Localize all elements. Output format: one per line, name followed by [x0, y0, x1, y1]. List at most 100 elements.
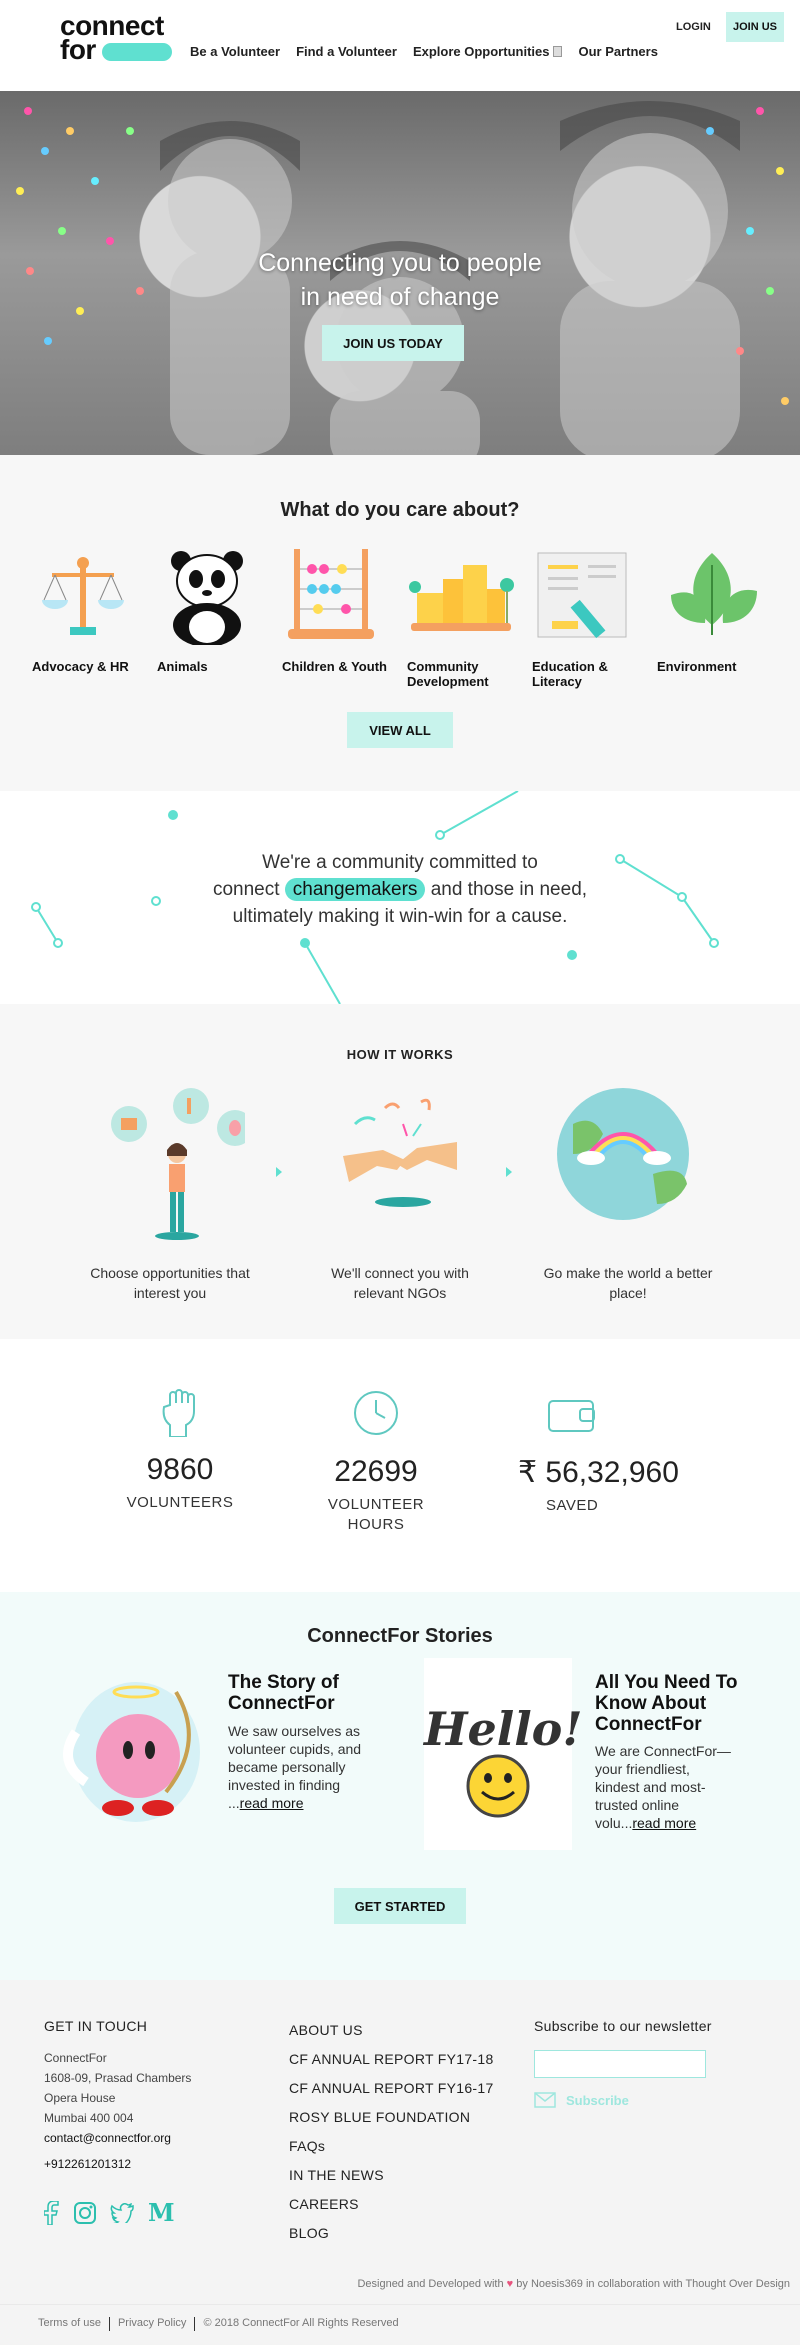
cause-label: Community Development: [407, 659, 489, 689]
instagram-icon[interactable]: [74, 2201, 96, 2224]
arrow-icon: [506, 1167, 512, 1177]
terms-link[interactable]: Terms of use: [38, 2317, 101, 2331]
step-text: We'll connect you with relevant NGOs: [331, 1265, 469, 1301]
arrow-icon: [276, 1167, 282, 1177]
clock-icon: [354, 1391, 398, 1435]
stories-title: ConnectFor Stories: [307, 1625, 493, 1647]
address-line: Mumbai 400 004: [44, 2111, 134, 2125]
privacy-link[interactable]: Privacy Policy: [118, 2317, 186, 2331]
footer-link[interactable]: ABOUT US: [289, 2016, 494, 2045]
nav-our-partners[interactable]: Our Partners: [578, 44, 657, 59]
stat-label: SAVED: [546, 1497, 599, 1514]
nav-explore-label: Explore Opportunities: [412, 44, 550, 59]
social-links: M: [44, 2198, 175, 2227]
footer: GET IN TOUCH ConnectFor 1608-09, Prasad …: [0, 1980, 800, 2304]
abacus-icon: [288, 549, 374, 639]
stat-value: 22699: [334, 1455, 418, 1488]
person-choosing-icon: [111, 1088, 253, 1240]
fist-icon: [162, 1389, 195, 1437]
community-line2-pre: connect: [212, 879, 280, 900]
stat-label: VOLUNTEERS: [126, 1494, 234, 1511]
credit-post: by Noesis369 in collaboration with Thoug…: [516, 2278, 790, 2290]
read-more-link[interactable]: read more: [240, 1795, 304, 1811]
subscribe-button[interactable]: Subscribe: [534, 2092, 629, 2108]
book-icon: [537, 552, 627, 639]
footer-link[interactable]: ROSY BLUE FOUNDATION: [289, 2103, 494, 2132]
footer-link[interactable]: IN THE NEWS: [289, 2161, 494, 2190]
handshake-icon: [343, 1098, 457, 1207]
stats-section: 9860 VOLUNTEERS 22699 VOLUNTEER HOURS ₹ …: [0, 1339, 800, 1592]
community-line2-post: and those in need,: [430, 879, 588, 900]
stat-hours: 22699 VOLUNTEER HOURS: [316, 1389, 436, 1535]
cause-community[interactable]: Community Development: [407, 545, 517, 689]
logo-pill: [101, 42, 172, 61]
facebook-icon[interactable]: [44, 2200, 60, 2225]
logo[interactable]: connect for: [60, 12, 172, 65]
scales-icon: [42, 557, 124, 635]
cause-label: Education & Literacy: [532, 659, 608, 689]
cause-children[interactable]: Children & Youth: [282, 545, 392, 674]
copyright-text: © 2018 ConnectFor All Rights Reserved: [203, 2317, 399, 2329]
envelope-icon: [534, 2092, 556, 2108]
hero-title: Connecting you to people in need of chan…: [0, 246, 800, 314]
logo-line2: for: [60, 34, 96, 65]
cause-environment[interactable]: Environment: [657, 545, 767, 674]
community-statement: We're a community committed to connect c…: [0, 849, 800, 930]
stat-value: 9860: [146, 1453, 214, 1486]
how-it-works-section: HOW IT WORKS Choose opportunities that i…: [0, 1004, 800, 1339]
how-title: HOW IT WORKS: [346, 1047, 454, 1062]
footer-link[interactable]: CF ANNUAL REPORT FY16-17: [289, 2074, 494, 2103]
stat-label: VOLUNTEER HOURS: [327, 1496, 425, 1533]
email-link[interactable]: contact@connectfor.org: [44, 2128, 191, 2148]
footer-link[interactable]: CAREERS: [289, 2190, 494, 2219]
causes-title: What do you care about?: [280, 499, 520, 521]
stories-section: ConnectFor Stories The Story of ConnectF…: [0, 1592, 800, 1980]
buildings-icon: [409, 565, 514, 631]
community-line1: We're a community committed to: [262, 852, 538, 873]
join-us-today-button[interactable]: JOIN US TODAY: [322, 325, 464, 361]
globe-icon: [557, 1088, 689, 1220]
cupid-illustration: [63, 1682, 200, 1822]
bottom-bar: Terms of use Privacy Policy © 2018 Conne…: [0, 2304, 800, 2345]
nav-be-volunteer[interactable]: Be a Volunteer: [190, 44, 280, 59]
nav-find-volunteer[interactable]: Find a Volunteer: [296, 44, 397, 59]
step-connect: We'll connect you with relevant NGOs: [310, 1084, 490, 1303]
join-us-button[interactable]: JOIN US: [726, 12, 784, 42]
login-link[interactable]: LOGIN: [676, 21, 711, 33]
site-header: connect for Be a Volunteer Find a Volunt…: [0, 0, 800, 91]
cause-advocacy[interactable]: Advocacy & HR: [32, 545, 142, 674]
cause-animals[interactable]: Animals: [157, 545, 267, 674]
story-body: We are ConnectFor— your friendliest, kin…: [595, 1742, 735, 1832]
read-more-link[interactable]: read more: [632, 1815, 696, 1831]
cause-label: Animals: [157, 659, 208, 674]
wallet-icon: [548, 1400, 595, 1432]
address-line: Opera House: [44, 2091, 116, 2105]
dropdown-icon: [553, 46, 563, 57]
story-title[interactable]: The Story of ConnectFor: [228, 1672, 368, 1714]
twitter-icon[interactable]: [110, 2202, 134, 2223]
get-in-touch-title: GET IN TOUCH: [44, 2018, 148, 2034]
leaves-icon: [671, 553, 757, 635]
footer-links: ABOUT US CF ANNUAL REPORT FY17-18 CF ANN…: [289, 2016, 494, 2248]
footer-link[interactable]: BLOG: [289, 2219, 494, 2248]
step-text: Go make the world a better place!: [543, 1265, 713, 1301]
step-text: Choose opportunities that interest you: [90, 1265, 250, 1301]
newsletter-email-input[interactable]: [534, 2050, 706, 2078]
stat-volunteers: 9860 VOLUNTEERS: [120, 1387, 240, 1513]
cause-education[interactable]: Education & Literacy: [532, 545, 642, 689]
phone-link[interactable]: +912261201312: [44, 2154, 191, 2174]
step-world: Go make the world a better place!: [538, 1084, 718, 1303]
credit-line: Designed and Developed with ♥ by Noesis3…: [357, 2278, 790, 2290]
cause-label: Environment: [657, 659, 737, 674]
separator: [194, 2317, 196, 2331]
footer-link[interactable]: FAQs: [289, 2132, 494, 2161]
medium-icon[interactable]: M: [148, 2198, 175, 2227]
community-line3: ultimately making it win-win for a cause…: [232, 906, 568, 927]
subscribe-label: Subscribe: [566, 2092, 629, 2108]
story-title[interactable]: All You Need To Know About ConnectFor: [595, 1672, 755, 1735]
footer-link[interactable]: CF ANNUAL REPORT FY17-18: [289, 2045, 494, 2074]
view-all-button[interactable]: VIEW ALL: [347, 712, 453, 748]
nav-explore-opportunities[interactable]: Explore Opportunities: [413, 44, 563, 59]
get-started-button[interactable]: GET STARTED: [334, 1888, 466, 1924]
hero-title-line2: in need of change: [300, 283, 500, 311]
